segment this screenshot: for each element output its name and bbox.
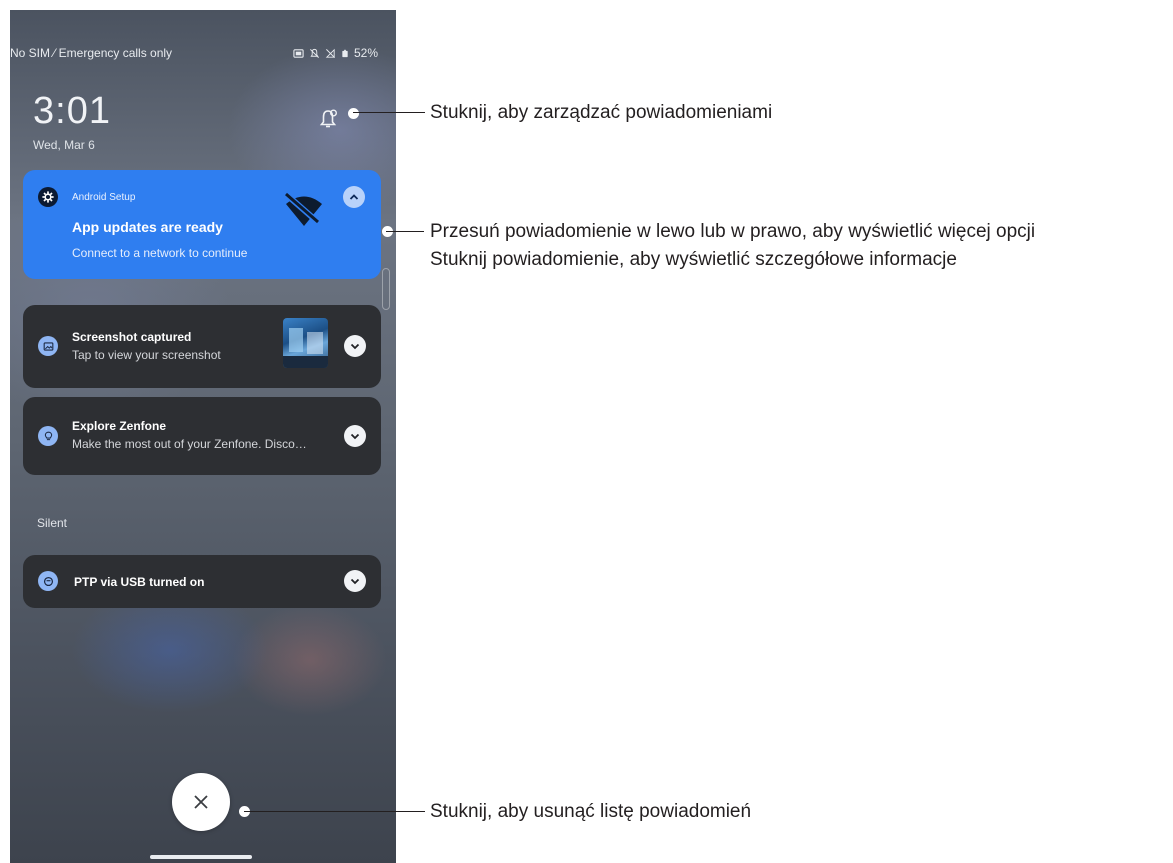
notification-title: App updates are ready <box>72 219 223 235</box>
callout-line-swipe <box>386 231 424 232</box>
silent-section-label: Silent <box>37 516 68 530</box>
battery-icon <box>342 49 348 57</box>
wifi-off-icon <box>285 192 322 227</box>
sim-card-icon <box>293 48 304 58</box>
callout-swipe-line1: Przesuń powiadomienie w lewo lub w prawo… <box>430 221 1036 242</box>
callout-swipe-line2: Stuknij powiadomienie, aby wyświetlić sz… <box>430 249 957 270</box>
notification-settings-bell-icon[interactable] <box>317 108 339 130</box>
notification-text: Connect to a network to continue <box>72 246 248 260</box>
notification-app-name: Android Setup <box>72 192 136 203</box>
notification-android-setup[interactable]: Android Setup App updates are ready Conn… <box>23 170 381 279</box>
gear-icon <box>38 187 58 207</box>
mute-icon <box>310 48 319 58</box>
edge-panel-handle[interactable] <box>382 268 390 310</box>
callout-line-clear <box>244 811 425 812</box>
carrier-text: No SIM ⁄ Emergency calls only <box>10 46 173 60</box>
notification-text: Tap to view your screenshot <box>72 348 221 362</box>
lockscreen-date: Wed, Mar 6 <box>33 138 95 152</box>
notification-title: Screenshot captured <box>72 330 192 344</box>
phone-screen: No SIM ⁄ Emergency calls only 52% 3:01 W… <box>10 10 396 863</box>
usb-icon <box>38 571 58 591</box>
expand-chevron-icon[interactable] <box>344 335 366 357</box>
clear-all-button[interactable] <box>172 773 230 831</box>
expand-chevron-icon[interactable] <box>344 425 366 447</box>
callout-dot-manage <box>348 108 359 119</box>
system-icons: 52% <box>293 46 378 60</box>
notification-ptp-usb[interactable]: PTP via USB turned on <box>23 555 381 608</box>
close-icon <box>194 795 208 809</box>
callout-manage: Stuknij, aby zarządzać powiadomieniami <box>430 102 773 123</box>
notification-title: Explore Zenfone <box>72 419 167 433</box>
collapse-chevron-icon[interactable] <box>343 186 365 208</box>
callout-line-manage <box>353 112 425 113</box>
battery-percent: 52% <box>353 46 378 60</box>
notification-text: Make the most out of your Zenfone. Disco… <box>72 437 307 451</box>
image-icon <box>38 336 58 356</box>
notification-screenshot[interactable]: Screenshot captured Tap to view your scr… <box>23 305 381 388</box>
status-bar: No SIM ⁄ Emergency calls only 52% <box>10 46 396 62</box>
home-indicator[interactable] <box>150 855 252 859</box>
lockscreen-clock: 3:01 <box>33 90 111 132</box>
notification-explore-zenfone[interactable]: Explore Zenfone Make the most out of you… <box>23 397 381 475</box>
expand-chevron-icon[interactable] <box>344 570 366 592</box>
notification-title: PTP via USB turned on <box>74 575 205 589</box>
lightbulb-icon <box>38 426 58 446</box>
callout-clear: Stuknij, aby usunąć listę powiadomień <box>430 801 752 822</box>
no-signal-icon <box>325 48 335 58</box>
screenshot-thumbnail <box>283 318 328 368</box>
